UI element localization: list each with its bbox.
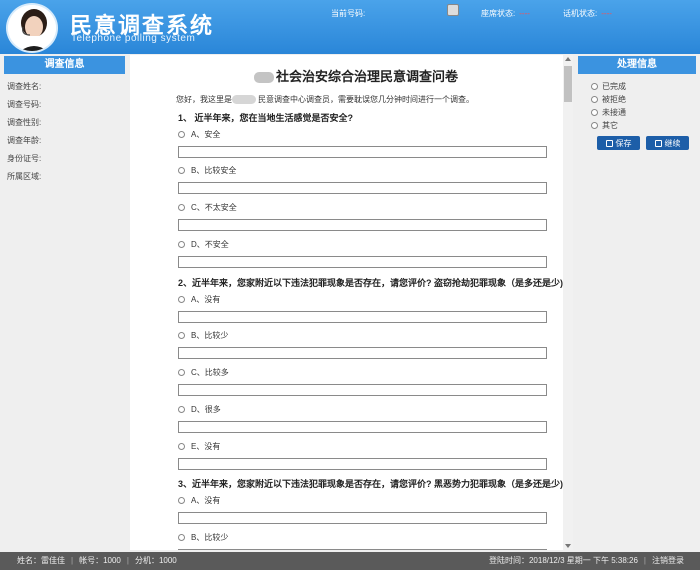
q2-option-c[interactable]: C、比较多 (178, 367, 229, 378)
q1-answer-c-input[interactable] (178, 219, 547, 231)
survey-title: 社会治安综合治理民意调查问卷 (254, 66, 458, 85)
continue-button[interactable]: 继续 (646, 136, 689, 150)
app-subtitle: Telephone polling system (71, 33, 196, 44)
operator-avatar (6, 3, 58, 53)
phone-status-label: 话机状态: (563, 9, 598, 18)
q2-answer-d-input[interactable] (178, 421, 547, 433)
survey-form: 社会治安综合治理民意调查问卷 您好，我这里是 民意调查中心调查员，需要耽误您几分钟… (130, 55, 573, 550)
radio-icon[interactable] (591, 122, 598, 129)
radio-icon[interactable] (178, 497, 185, 504)
radio-icon[interactable] (178, 443, 185, 450)
radio-icon[interactable] (178, 406, 185, 413)
question-1: 1、 近半年来，您在当地生活感觉是否安全? (178, 113, 354, 123)
redacted-mark (232, 95, 256, 105)
radio-icon[interactable] (178, 296, 185, 303)
phone-icon[interactable] (447, 4, 459, 16)
session-info: 登陆时间：2018/12/3 星期一 下午 5:38:26 | 注销登录 (488, 556, 684, 565)
q1-option-a[interactable]: A、安全 (178, 129, 220, 140)
status-bar: 姓名：雷佳佳 | 帐号：1000 | 分机：1000 登陆时间：2018/12/3 星期… (0, 552, 700, 570)
survey-info-panel: 调查信息 调查姓名: 调查号码: 调查性别: 调查年龄: 身份证号: 所属区域: (4, 56, 125, 546)
q1-option-b[interactable]: B、比较安全 (178, 165, 236, 176)
radio-icon[interactable] (178, 131, 185, 138)
field-region: 所属区域: (7, 172, 42, 181)
radio-icon[interactable] (178, 332, 185, 339)
operator-account: 帐号：1000 (79, 556, 121, 565)
q3-answer-b-input[interactable] (178, 549, 547, 550)
continue-icon (654, 139, 662, 147)
scroll-thumb[interactable] (564, 66, 572, 102)
radio-icon[interactable] (178, 241, 185, 248)
survey-info-title: 调查信息 (4, 56, 125, 74)
question-3: 3、近半年来，您家附近以下违法犯罪现象是否存在，请您评价? 黑恶势力犯罪现象（是… (178, 479, 564, 489)
status-option-refused[interactable]: 被拒绝 (578, 93, 696, 106)
processing-info-title: 处理信息 (578, 56, 696, 74)
q1-answer-b-input[interactable] (178, 182, 547, 194)
question-2: 2、近半年来，您家附近以下违法犯罪现象是否存在，请您评价? 盗窃抢劫犯罪现象（是… (178, 278, 564, 288)
status-option-completed[interactable]: 已完成 (578, 80, 696, 93)
operator-info: 姓名：雷佳佳 | 帐号：1000 | 分机：1000 (17, 556, 177, 565)
field-number: 调查号码: (7, 100, 42, 109)
save-icon (605, 139, 613, 147)
phone-status-value: ---- (601, 9, 612, 18)
q2-option-a[interactable]: A、没有 (178, 294, 220, 305)
current-number-status: 当前号码: (331, 8, 365, 19)
q3-option-b[interactable]: B、比较少 (178, 532, 228, 543)
radio-icon[interactable] (178, 204, 185, 211)
survey-scrollbar[interactable] (563, 55, 573, 550)
current-number-label: 当前号码: (331, 9, 366, 18)
logout-link[interactable]: 注销登录 (652, 556, 684, 565)
q1-option-d[interactable]: D、不安全 (178, 239, 229, 250)
q1-option-c[interactable]: C、不太安全 (178, 202, 237, 213)
q2-option-b[interactable]: B、比较少 (178, 330, 228, 341)
scroll-up-icon[interactable] (565, 57, 571, 61)
login-time: 登陆时间：2018/12/3 星期一 下午 5:38:26 (488, 556, 638, 565)
scroll-down-icon[interactable] (565, 544, 571, 548)
field-gender: 调查性别: (7, 118, 42, 127)
radio-icon[interactable] (178, 534, 185, 541)
radio-icon[interactable] (591, 109, 598, 116)
operator-name: 姓名：雷佳佳 (17, 556, 65, 565)
redacted-mark (254, 72, 274, 84)
save-button[interactable]: 保存 (597, 136, 640, 150)
seat-status: 座席状态: ---- (481, 8, 530, 19)
q2-option-d[interactable]: D、很多 (178, 404, 221, 415)
radio-icon[interactable] (178, 369, 185, 376)
radio-icon[interactable] (591, 96, 598, 103)
q3-option-a[interactable]: A、没有 (178, 495, 220, 506)
operator-extension: 分机：1000 (134, 556, 177, 565)
q2-answer-c-input[interactable] (178, 384, 547, 396)
q3-answer-a-input[interactable] (178, 512, 547, 524)
field-age: 调查年龄: (7, 136, 42, 145)
processing-info-panel: 处理信息 已完成 被拒绝 未接通 其它 保存 继续 (578, 56, 696, 546)
seat-status-value: ---- (519, 9, 530, 18)
seat-status-label: 座席状态: (481, 9, 516, 18)
q2-answer-b-input[interactable] (178, 347, 547, 359)
phone-status: 话机状态: ---- (563, 8, 612, 19)
q2-option-e[interactable]: E、没有 (178, 441, 220, 452)
radio-icon[interactable] (178, 167, 185, 174)
q1-answer-d-input[interactable] (178, 256, 547, 268)
survey-intro: 您好，我这里是 民意调查中心调查员，需要耽误您几分钟时间进行一个调查。 (176, 95, 474, 105)
field-name: 调查姓名: (7, 82, 42, 91)
app-header: 民意调查系统 Telephone polling system 当前号码: 座席… (0, 0, 700, 54)
q2-answer-e-input[interactable] (178, 458, 547, 470)
status-option-other[interactable]: 其它 (578, 119, 696, 132)
field-id-number: 身份证号: (7, 154, 42, 163)
q1-answer-a-input[interactable] (178, 146, 547, 158)
radio-icon[interactable] (591, 83, 598, 90)
status-option-not-connected[interactable]: 未接通 (578, 106, 696, 119)
q2-answer-a-input[interactable] (178, 311, 547, 323)
